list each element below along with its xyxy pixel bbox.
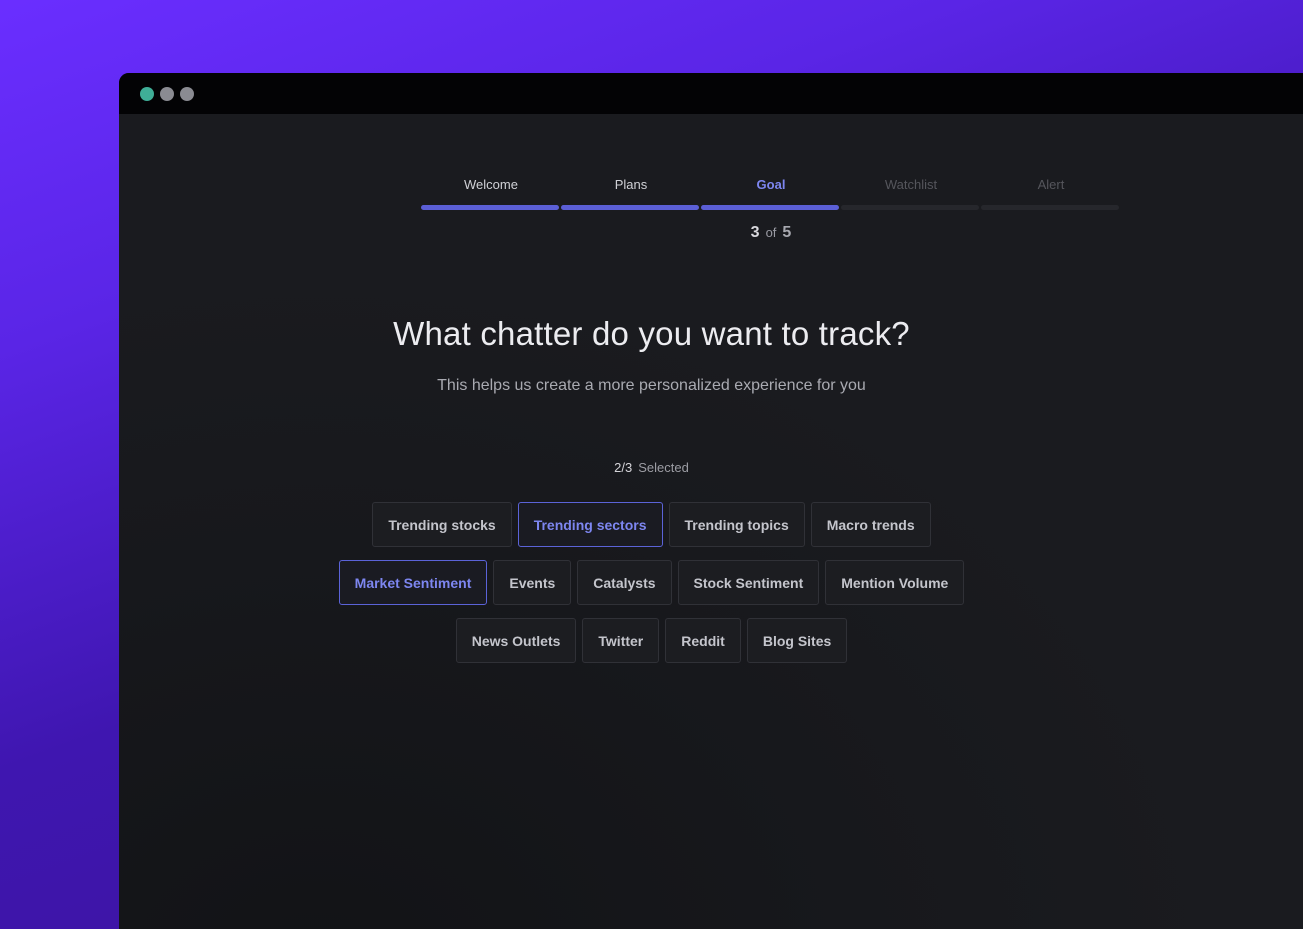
window-titlebar — [119, 73, 1303, 114]
step-current: 3 — [750, 224, 760, 241]
step-welcome: Welcome — [421, 177, 561, 210]
window-dot-gray-2[interactable] — [180, 86, 194, 101]
option-news-outlets[interactable]: News Outlets — [455, 618, 577, 663]
selection-counter: 2/3 Selected — [119, 460, 1303, 475]
step-label: Watchlist — [884, 177, 938, 192]
option-market-sentiment[interactable]: Market Sentiment — [338, 560, 488, 605]
option-blog-sites[interactable]: Blog Sites — [746, 618, 848, 663]
onboarding-stepper: Welcome Plans Goal Watchlist Alert 3 of 5 — [421, 177, 1121, 242]
step-watchlist: Watchlist — [841, 177, 981, 210]
page-title: What chatter do you want to track? — [393, 315, 910, 352]
step-label: Welcome — [464, 177, 518, 192]
option-trending-topics[interactable]: Trending topics — [668, 502, 805, 547]
page-subtitle: This helps us create a more personalized… — [437, 377, 866, 394]
step-label: Alert — [1037, 177, 1065, 192]
topic-options: Trending stocks Trending sectors Trending … — [119, 502, 1303, 676]
step-counter: 3 of 5 — [421, 224, 1121, 242]
option-macro-trends[interactable]: Macro trends — [810, 502, 931, 547]
step-goal: Goal — [701, 177, 841, 210]
options-row: News Outlets Twitter Reddit Blog Sites — [119, 618, 1303, 663]
selection-count: 2/3 — [614, 460, 633, 475]
option-stock-sentiment[interactable]: Stock Sentiment — [677, 560, 820, 605]
option-mention-volume[interactable]: Mention Volume — [825, 560, 965, 605]
background: Welcome Plans Goal Watchlist Alert 3 of 5 What… — [0, 0, 1303, 929]
step-progress-bar — [701, 205, 839, 210]
step-plans: Plans — [561, 177, 701, 210]
option-reddit[interactable]: Reddit — [665, 618, 741, 663]
step-total: 5 — [782, 224, 792, 241]
step-label: Goal — [756, 177, 786, 192]
option-twitter[interactable]: Twitter — [582, 618, 660, 663]
option-trending-stocks[interactable]: Trending stocks — [372, 502, 512, 547]
option-events[interactable]: Events — [493, 560, 572, 605]
stepper-steps: Welcome Plans Goal Watchlist Alert — [421, 177, 1121, 210]
step-alert: Alert — [981, 177, 1121, 210]
option-trending-sectors[interactable]: Trending sectors — [517, 502, 663, 547]
step-progress-bar — [981, 205, 1119, 210]
step-label: Plans — [614, 177, 648, 192]
options-row: Trending stocks Trending sectors Trending … — [119, 502, 1303, 547]
options-row: Market Sentiment Events Catalysts Stock Sen… — [119, 560, 1303, 605]
step-of-label: of — [765, 225, 777, 240]
step-progress-bar — [421, 205, 559, 210]
option-catalysts[interactable]: Catalysts — [577, 560, 672, 605]
step-progress-bar — [561, 205, 699, 210]
selection-label: Selected — [638, 460, 689, 475]
window-dot-gray-1[interactable] — [160, 86, 174, 101]
step-progress-bar — [841, 205, 979, 210]
app-window: Welcome Plans Goal Watchlist Alert 3 of 5 What… — [119, 73, 1303, 929]
window-dot-green[interactable] — [140, 86, 154, 101]
